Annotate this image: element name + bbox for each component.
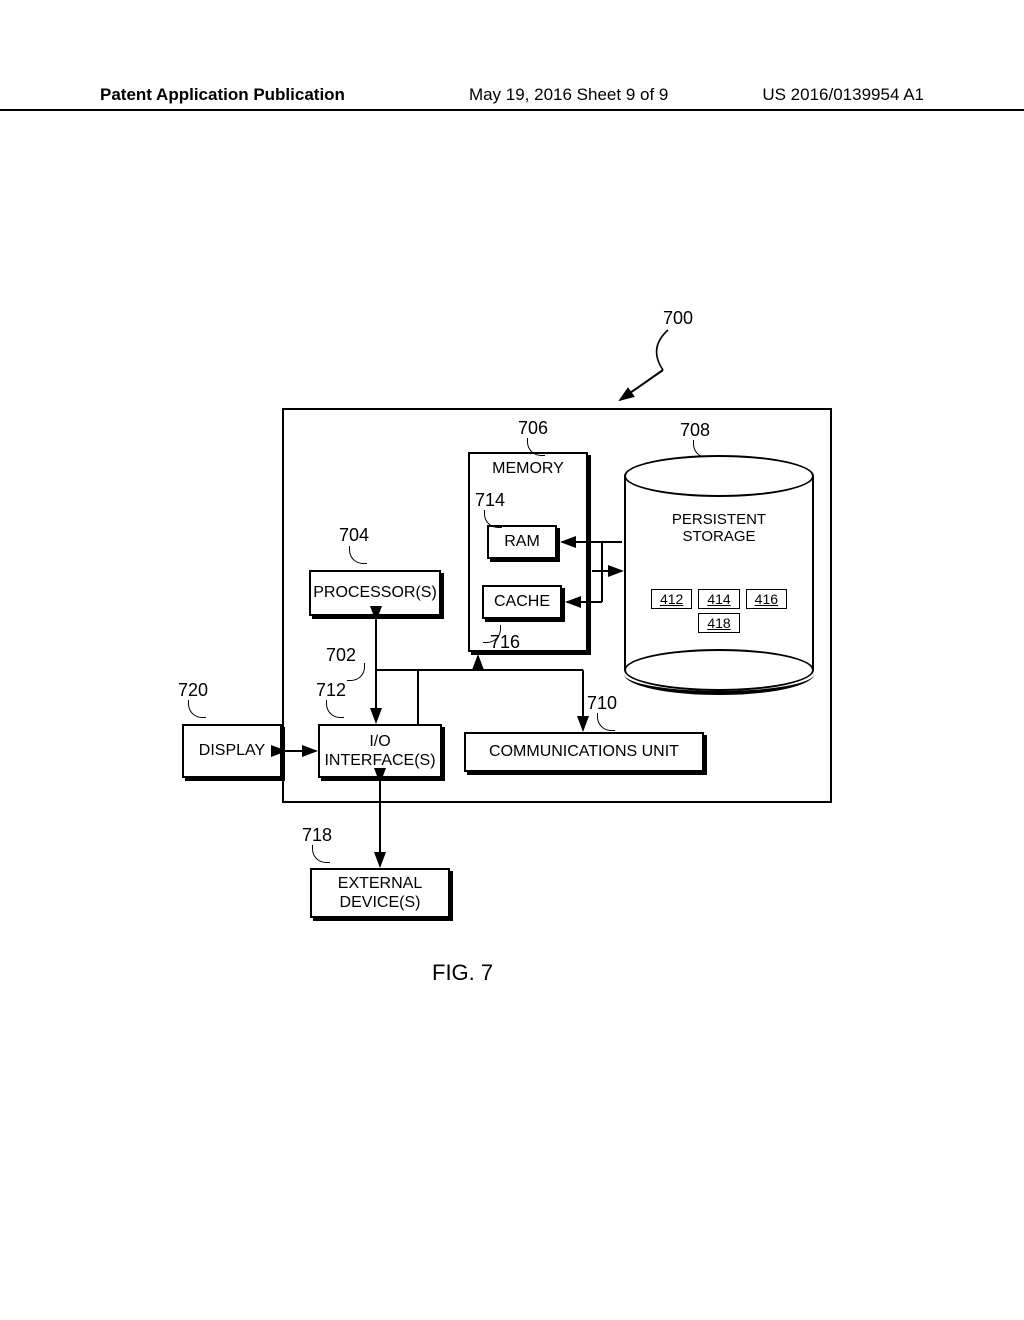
memory-title: MEMORY	[470, 460, 586, 478]
storage-slot: 412	[651, 589, 692, 609]
ref-720: 720	[178, 680, 208, 701]
cache-block: CACHE	[482, 585, 562, 619]
storage-slots: 412 414 416 418	[638, 589, 800, 633]
cache-label: CACHE	[494, 592, 550, 611]
external-devices-block: EXTERNAL DEVICE(S)	[310, 868, 450, 918]
ref-tick	[188, 700, 206, 718]
processor-label: PROCESSOR(S)	[313, 583, 437, 602]
ref-706: 706	[518, 418, 548, 439]
ref-718: 718	[302, 825, 332, 846]
io-interfaces-label: I/O INTERFACE(S)	[324, 732, 435, 770]
storage-slot: 416	[746, 589, 787, 609]
storage-slot: 418	[698, 613, 739, 633]
diagram-canvas: PROCESSOR(S) MEMORY RAM CACHE PERSISTENT…	[0, 0, 1024, 1320]
ref-704: 704	[339, 525, 369, 546]
ref-714: 714	[475, 490, 505, 511]
communications-unit-block: COMMUNICATIONS UNIT	[464, 732, 704, 772]
ref-712: 712	[316, 680, 346, 701]
ref-700: 700	[663, 308, 693, 329]
processor-block: PROCESSOR(S)	[309, 570, 441, 616]
figure-caption: FIG. 7	[432, 960, 493, 986]
communications-unit-label: COMMUNICATIONS UNIT	[489, 742, 679, 761]
storage-slot: 414	[698, 589, 739, 609]
persistent-storage-label: PERSISTENT STORAGE	[624, 511, 814, 545]
external-devices-label: EXTERNAL DEVICE(S)	[338, 874, 422, 912]
ref-710: 710	[587, 693, 617, 714]
display-label: DISPLAY	[199, 741, 265, 760]
persistent-storage-cylinder: PERSISTENT STORAGE 412 414 416 418	[624, 455, 814, 670]
ref-708: 708	[680, 420, 710, 441]
display-block: DISPLAY	[182, 724, 282, 778]
ref-tick	[312, 845, 330, 863]
ram-label: RAM	[504, 532, 540, 551]
io-interfaces-block: I/O INTERFACE(S)	[318, 724, 442, 778]
ram-block: RAM	[487, 525, 557, 559]
